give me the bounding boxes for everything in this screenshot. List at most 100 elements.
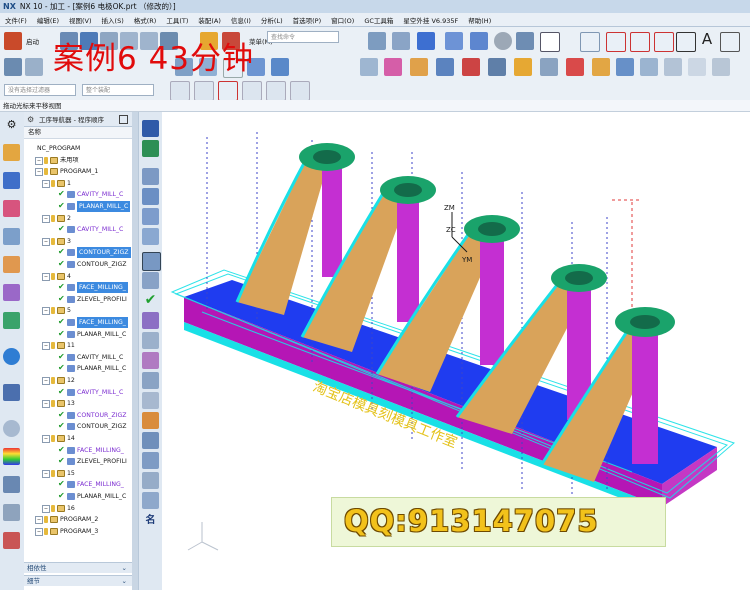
sphere-icon[interactable] <box>494 32 512 50</box>
navigator-row[interactable]: − 未用项 <box>24 155 132 166</box>
menu-information[interactable]: 信息(I) <box>226 15 256 25</box>
navigator-row[interactable]: − PROGRAM_2 <box>24 514 132 525</box>
navigator-row[interactable]: ✔ CONTOUR_ZIGZ <box>24 247 132 259</box>
wire-cube-icon[interactable] <box>445 32 463 50</box>
list-icon[interactable] <box>488 58 506 76</box>
navigator-row[interactable]: ✔ PLANAR_MILL_C <box>24 363 132 374</box>
menu-tools[interactable]: 工具(T) <box>161 15 193 25</box>
snap-icon[interactable] <box>4 58 22 76</box>
gear-icon[interactable] <box>664 58 682 76</box>
arc-icon[interactable] <box>630 32 650 52</box>
expand-toggle-icon[interactable] <box>49 261 55 267</box>
list-tools-icon[interactable] <box>142 332 159 349</box>
selection-filter-combo[interactable]: 没有选择过滤器 <box>4 84 76 96</box>
palette-icon[interactable] <box>3 448 20 465</box>
details-panel[interactable]: 细节 ⌄ <box>24 575 132 586</box>
book-open-icon[interactable] <box>616 58 634 76</box>
snap-point-icon[interactable] <box>194 81 214 101</box>
create-tool-icon[interactable] <box>142 120 159 137</box>
expand-toggle-icon[interactable] <box>49 331 55 337</box>
layer-icon[interactable] <box>516 32 534 50</box>
view-cube-icon[interactable] <box>470 32 488 50</box>
fit-icon[interactable] <box>392 32 410 50</box>
snap-center-icon[interactable] <box>266 81 286 101</box>
expand-toggle-icon[interactable]: − <box>42 377 50 385</box>
measure-icon[interactable] <box>688 58 706 76</box>
menu-assembly[interactable]: 装配(A) <box>193 15 226 25</box>
visualize-icon[interactable] <box>142 312 159 329</box>
checkmark-icon[interactable]: ✔ <box>142 292 159 309</box>
generate-icon[interactable] <box>410 58 428 76</box>
navigator-row[interactable]: − PROGRAM_1 <box>24 166 132 177</box>
navigator-row[interactable]: − 13 <box>24 398 132 409</box>
create-geometry-icon[interactable] <box>142 140 159 157</box>
expand-toggle-icon[interactable]: − <box>42 237 50 246</box>
text-icon[interactable]: A <box>698 30 716 48</box>
cavity-mill-icon[interactable] <box>142 208 159 225</box>
snap-mid-icon[interactable] <box>242 81 262 101</box>
expand-toggle-icon[interactable] <box>49 389 55 395</box>
start-label[interactable]: 启动 <box>26 36 39 46</box>
post-icon[interactable] <box>142 412 159 429</box>
postprocess-icon[interactable] <box>384 58 402 76</box>
expand-toggle-icon[interactable] <box>49 423 55 429</box>
expand-toggle-icon[interactable]: − <box>35 156 43 165</box>
method-view-icon[interactable] <box>3 228 20 245</box>
navigator-row[interactable]: ✔ CAVITY_MILL_C <box>24 224 132 235</box>
help-book-icon[interactable] <box>3 532 20 549</box>
method-icon[interactable] <box>271 58 289 76</box>
plunge-mill-icon[interactable] <box>142 228 159 245</box>
expand-toggle-icon[interactable]: − <box>42 307 50 316</box>
menu-preferences[interactable]: 首选项(P) <box>288 15 327 25</box>
expand-toggle-icon[interactable]: − <box>42 179 50 188</box>
expand-toggle-icon[interactable] <box>49 447 55 453</box>
navigator-row[interactable]: ✔ CAVITY_MILL_C <box>24 189 132 200</box>
rename-icon[interactable]: 名 <box>142 512 159 529</box>
window-icon[interactable] <box>540 32 560 52</box>
transform-icon[interactable] <box>142 392 159 409</box>
expand-toggle-icon[interactable]: − <box>42 435 50 443</box>
edit-object-icon[interactable] <box>142 372 159 389</box>
expand-toggle-icon[interactable] <box>49 319 55 325</box>
menu-help[interactable]: 帮助(H) <box>463 15 496 25</box>
rectangle-icon[interactable] <box>676 32 696 52</box>
shaded-cube-icon[interactable] <box>417 32 435 50</box>
expand-toggle-icon[interactable]: − <box>42 272 50 281</box>
expand-toggle-icon[interactable] <box>49 284 55 290</box>
navigator-row[interactable]: −2 <box>24 213 132 224</box>
graph-icon[interactable] <box>640 58 658 76</box>
expand-toggle-icon[interactable] <box>49 365 55 371</box>
history-icon[interactable] <box>3 384 20 401</box>
navigator-row[interactable]: − 14 <box>24 433 132 444</box>
navigator-row[interactable]: ✔ FACE_MILLING_ <box>24 445 132 456</box>
navigator-row[interactable]: ✔ CONTOUR_ZIGZ <box>24 421 132 432</box>
machine-tool-icon[interactable] <box>3 172 20 189</box>
snap-quadrant-icon[interactable] <box>290 81 310 101</box>
create-operation-icon[interactable] <box>142 188 159 205</box>
system-icon[interactable] <box>3 504 20 521</box>
menu-edit[interactable]: 编辑(E) <box>32 15 64 25</box>
navigator-row[interactable]: ✔ FACE_MILLING_ <box>24 479 132 490</box>
expand-toggle-icon[interactable]: − <box>42 504 50 513</box>
navigator-row[interactable]: −5 <box>24 305 132 316</box>
output-icon[interactable] <box>540 58 558 76</box>
menu-analysis[interactable]: 分析(L) <box>256 15 288 25</box>
navigator-row[interactable]: ✔ ZLEVEL_PROFILI <box>24 456 132 467</box>
navigator-row[interactable]: ✔ FACE_MILLING_ <box>24 317 132 328</box>
navigator-row[interactable]: ✔ CONTOUR_ZIGZ <box>24 410 132 421</box>
expand-toggle-icon[interactable]: − <box>42 469 50 478</box>
navigator-row[interactable]: ✔ CAVITY_MILL_C <box>24 387 132 398</box>
library-icon[interactable] <box>3 312 20 329</box>
expand-toggle-icon[interactable] <box>49 249 55 255</box>
menu-gc-toolkit[interactable]: GC工具箱 <box>359 15 398 25</box>
menu-plugin[interactable]: 星空外挂 V6.935F <box>398 15 463 25</box>
part-icon[interactable] <box>3 256 20 273</box>
delete-path-icon[interactable] <box>462 58 480 76</box>
navigator-row[interactable]: −1 <box>24 178 132 189</box>
assembly-scope-combo[interactable]: 整个装配 <box>82 84 154 96</box>
navigator-row[interactable]: − 15 <box>24 468 132 479</box>
navigator-row[interactable]: −4 <box>24 271 132 282</box>
expand-toggle-icon[interactable] <box>49 296 55 302</box>
navigator-menu-icon[interactable]: ⚙ <box>27 115 36 124</box>
maximize-icon[interactable] <box>119 115 128 124</box>
